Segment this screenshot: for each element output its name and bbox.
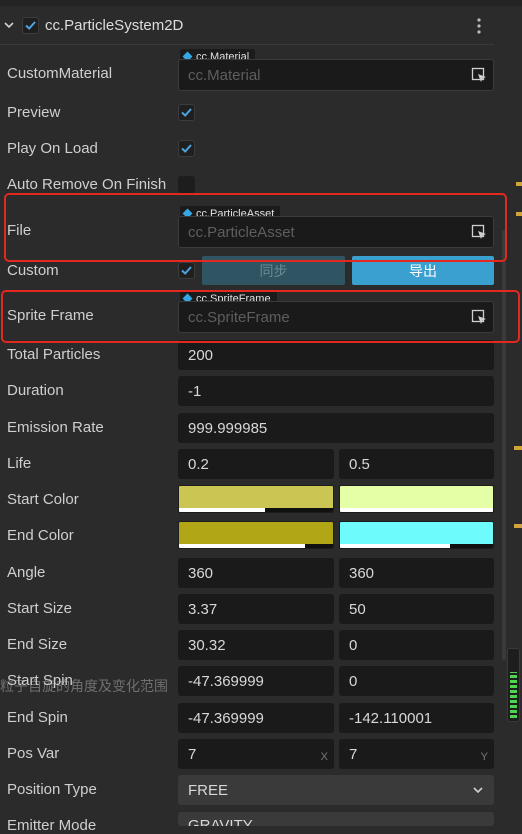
end-size-var-input[interactable]: 0: [339, 630, 494, 660]
start-spin-label: Start Spin: [7, 672, 73, 689]
total-particles-label: Total Particles: [7, 346, 101, 363]
asset-picker-icon[interactable]: [471, 309, 487, 325]
play-on-load-label: Play On Load: [7, 140, 98, 157]
auto-remove-label: Auto Remove On Finish: [7, 176, 167, 193]
end-spin-label: End Spin: [7, 709, 68, 726]
custom-material-field[interactable]: cc.Material: [178, 59, 494, 91]
pos-var-y-input[interactable]: 7Y: [339, 739, 494, 769]
preview-label: Preview: [7, 104, 61, 121]
start-color-var-swatch[interactable]: [339, 485, 494, 513]
gutter-marker: [514, 524, 522, 528]
emission-rate-input[interactable]: 999.999985: [178, 413, 494, 443]
end-color-swatch[interactable]: [178, 521, 334, 549]
activity-meter: [507, 648, 520, 722]
auto-remove-checkbox[interactable]: [178, 176, 195, 193]
position-type-select[interactable]: FREE: [178, 775, 494, 805]
start-spin-var-input[interactable]: 0: [339, 666, 494, 696]
end-color-var-swatch[interactable]: [339, 521, 494, 549]
start-size-var-input[interactable]: 50: [339, 594, 494, 624]
component-enabled-checkbox[interactable]: [22, 17, 39, 34]
sprite-frame-field[interactable]: cc.SpriteFrame: [178, 301, 494, 333]
end-color-label: End Color: [7, 527, 74, 544]
angle-var-input[interactable]: 360: [339, 558, 494, 588]
duration-label: Duration: [7, 382, 64, 399]
duration-input[interactable]: -1: [178, 376, 494, 406]
total-particles-input[interactable]: 200: [178, 340, 494, 370]
start-spin-input[interactable]: -47.369999: [178, 666, 334, 696]
file-label: File: [7, 222, 32, 239]
pos-var-label: Pos Var: [7, 745, 60, 762]
scrollbar-track[interactable]: [502, 230, 506, 660]
start-size-label: Start Size: [7, 600, 73, 617]
end-size-label: End Size: [7, 636, 68, 653]
start-size-input[interactable]: 3.37: [178, 594, 334, 624]
collapse-chevron-icon[interactable]: [3, 19, 15, 31]
x-axis-label: X: [320, 751, 328, 763]
gutter-marker: [514, 446, 522, 450]
emitter-mode-select[interactable]: GRAVITY: [178, 812, 494, 826]
y-axis-label: Y: [480, 751, 488, 763]
life-label: Life: [7, 455, 32, 472]
end-spin-var-input[interactable]: -142.110001: [339, 703, 494, 733]
life-var-input[interactable]: 0.5: [339, 449, 494, 479]
end-spin-input[interactable]: -47.369999: [178, 703, 334, 733]
more-menu-icon[interactable]: [474, 17, 484, 35]
chevron-down-icon: [473, 787, 483, 794]
custom-material-label: CustomMaterial: [7, 65, 113, 82]
emission-rate-label: Emission Rate: [7, 419, 104, 436]
start-color-swatch[interactable]: [178, 485, 334, 513]
angle-input[interactable]: 360: [178, 558, 334, 588]
play-on-load-checkbox[interactable]: [178, 140, 195, 157]
export-button[interactable]: 导出: [352, 256, 494, 285]
gutter-marker: [516, 182, 522, 186]
pos-var-x-input[interactable]: 7X: [178, 739, 334, 769]
position-type-label: Position Type: [7, 781, 97, 798]
custom-checkbox[interactable]: [178, 262, 195, 279]
end-size-input[interactable]: 30.32: [178, 630, 334, 660]
sprite-frame-label: Sprite Frame: [7, 307, 94, 324]
sync-button[interactable]: 同步: [202, 256, 345, 285]
asset-picker-icon[interactable]: [471, 224, 487, 240]
component-title: cc.ParticleSystem2D: [45, 17, 184, 34]
life-input[interactable]: 0.2: [178, 449, 334, 479]
asset-picker-icon[interactable]: [471, 67, 487, 83]
start-color-label: Start Color: [7, 491, 79, 508]
custom-label: Custom: [7, 262, 59, 279]
gutter-marker: [516, 212, 522, 216]
angle-label: Angle: [7, 564, 46, 581]
file-field[interactable]: cc.ParticleAsset: [178, 216, 494, 248]
preview-checkbox[interactable]: [178, 104, 195, 121]
